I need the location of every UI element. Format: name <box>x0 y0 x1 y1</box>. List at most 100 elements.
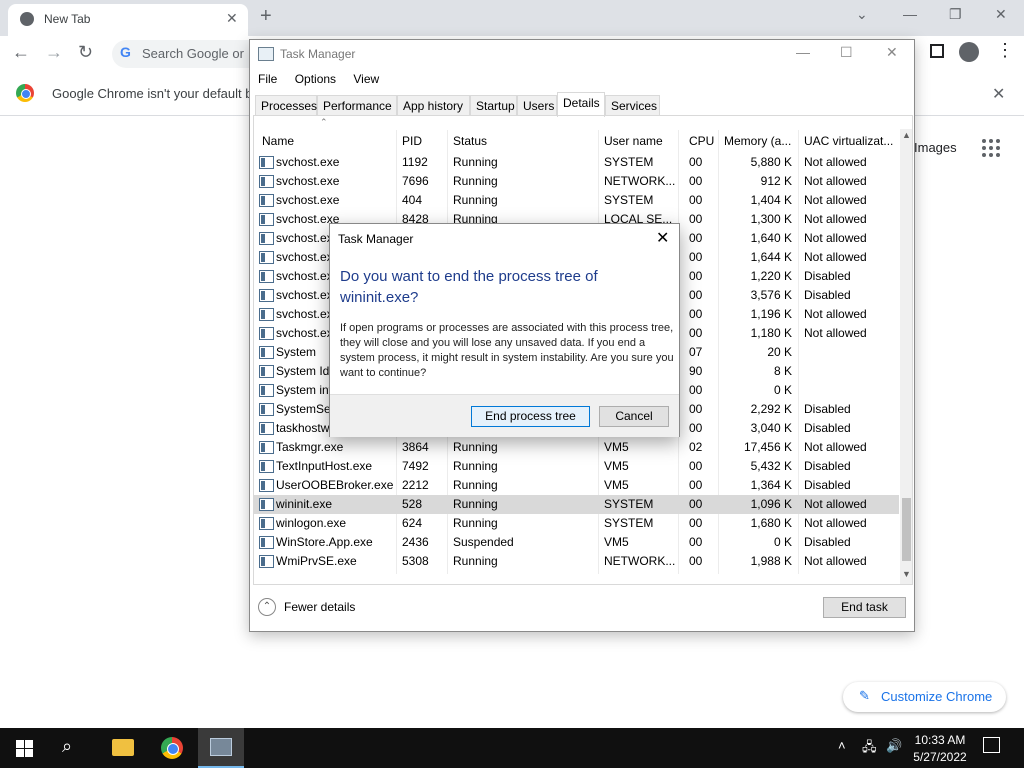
scroll-thumb[interactable] <box>902 498 911 561</box>
minimize-icon[interactable]: — <box>796 44 810 60</box>
profile-icon[interactable] <box>959 42 979 62</box>
cell-user: SYSTEM <box>604 155 654 169</box>
end-process-tree-button[interactable]: End process tree <box>471 406 590 427</box>
vertical-scrollbar[interactable]: ▲ ▼ <box>900 129 912 584</box>
cell-memory: 2,292 K <box>750 402 792 416</box>
tab-app-history[interactable]: App history <box>397 95 470 116</box>
table-row[interactable]: WinStore.App.exe 2436 Suspended VM5 00 0 K Dis… <box>254 533 899 552</box>
network-icon[interactable]: 🖧 <box>862 738 877 760</box>
table-row[interactable]: wininit.exe 528 Running SYSTEM 00 1,096 K Not … <box>254 495 899 514</box>
cancel-button[interactable]: Cancel <box>599 406 669 427</box>
table-row[interactable]: svchost.exe 1192 Running SYSTEM 00 5,880 K Not… <box>254 153 899 172</box>
process-icon <box>259 308 274 321</box>
reload-icon[interactable]: ↻ <box>78 42 93 63</box>
sidebar-icon[interactable] <box>930 44 944 58</box>
close-icon[interactable]: ✕ <box>656 228 669 248</box>
table-row[interactable]: svchost.exe 7696 Running NETWORK... 00 912 K N… <box>254 172 899 191</box>
chevron-up-icon[interactable]: ˄ <box>838 738 846 753</box>
search-icon[interactable]: ⌕ <box>62 736 72 757</box>
close-icon[interactable]: ✕ <box>992 84 1005 104</box>
cell-status: Running <box>453 478 498 492</box>
folder-icon[interactable] <box>112 739 134 756</box>
close-icon[interactable]: ✕ <box>886 44 898 61</box>
cell-uac: Not allowed <box>804 516 867 530</box>
cell-cpu: 00 <box>689 212 703 226</box>
cell-memory: 1,300 K <box>750 212 792 226</box>
windows-start-icon[interactable] <box>16 740 33 757</box>
table-row[interactable]: UserOOBEBroker.exe 2212 Running VM5 00 1,364 … <box>254 476 899 495</box>
cell-status: Running <box>453 174 498 188</box>
cell-memory: 912 K <box>760 174 792 188</box>
scroll-down-icon[interactable]: ▼ <box>902 569 911 579</box>
menu-file[interactable]: File <box>258 72 277 86</box>
window-close-icon[interactable]: ✕ <box>995 6 1007 23</box>
cell-name: wininit.exe <box>276 497 333 511</box>
cell-user: SYSTEM <box>604 497 654 511</box>
close-icon[interactable]: ✕ <box>226 10 238 27</box>
scroll-up-icon[interactable]: ▲ <box>902 130 911 140</box>
apps-grid-icon[interactable] <box>982 139 1000 157</box>
cell-memory: 20 K <box>767 345 792 359</box>
customize-chrome-button[interactable]: ✎ Customize Chrome <box>843 682 1006 712</box>
task-manager-icon <box>210 738 232 756</box>
tab-new-tab[interactable]: New Tab ✕ <box>8 4 248 36</box>
table-row[interactable]: winlogon.exe 624 Running SYSTEM 00 1,680 K Not… <box>254 514 899 533</box>
column-header-memory[interactable]: Memory (a... <box>724 134 791 148</box>
minimize-icon[interactable]: — <box>903 6 917 22</box>
column-header-cpu[interactable]: CPU <box>689 134 714 148</box>
column-header-name[interactable]: Name <box>262 134 294 148</box>
menu-dots-icon[interactable]: ⋮ <box>996 40 1014 61</box>
dialog-body: If open programs or processes are associ… <box>340 322 674 379</box>
clock-date[interactable]: 5/27/2022 <box>912 750 968 764</box>
chrome-taskbar-icon[interactable] <box>161 737 183 759</box>
table-row[interactable]: Taskmgr.exe 3864 Running VM5 02 17,456 K Not a… <box>254 438 899 457</box>
tab-processes[interactable]: Processes <box>255 95 317 116</box>
tab-users[interactable]: Users <box>517 95 557 116</box>
cell-user: VM5 <box>604 459 629 473</box>
tab-strip: New Tab ✕ + ⌄ — ❐ ✕ <box>0 0 1024 36</box>
volume-icon[interactable]: 🔊 <box>886 738 902 754</box>
process-icon <box>259 460 274 473</box>
clock-time[interactable]: 10:33 AM <box>912 733 968 747</box>
fewer-details-label: Fewer details <box>284 600 356 614</box>
cell-name: WmiPrvSE.exe <box>276 554 357 568</box>
column-header-status[interactable]: Status <box>453 134 487 148</box>
forward-icon[interactable]: → <box>45 42 63 63</box>
process-icon <box>259 403 274 416</box>
cell-status: Running <box>453 193 498 207</box>
cell-cpu: 02 <box>689 440 703 454</box>
tab-services[interactable]: Services <box>605 95 660 116</box>
back-icon[interactable]: ← <box>12 42 30 63</box>
cell-memory: 3,576 K <box>750 288 792 302</box>
cell-name: winlogon.exe <box>276 516 347 530</box>
cell-pid: 5308 <box>402 554 429 568</box>
process-icon <box>259 156 274 169</box>
taskbar-task-manager-button[interactable] <box>198 728 244 768</box>
cell-status: Running <box>453 155 498 169</box>
tab-search-icon[interactable]: ⌄ <box>856 6 868 23</box>
new-tab-icon[interactable]: + <box>260 5 272 28</box>
menu-view[interactable]: View <box>353 72 379 86</box>
table-row[interactable]: TextInputHost.exe 7492 Running VM5 00 5,432 K… <box>254 457 899 476</box>
cell-cpu: 00 <box>689 250 703 264</box>
end-task-button[interactable]: End task <box>823 597 906 618</box>
column-header-uac[interactable]: UAC virtualizat... <box>804 134 893 148</box>
table-row[interactable]: svchost.exe 404 Running SYSTEM 00 1,404 K Not … <box>254 191 899 210</box>
column-header-user[interactable]: User name <box>604 134 663 148</box>
column-header-pid[interactable]: PID <box>402 134 422 148</box>
tab-details[interactable]: Details <box>557 92 605 117</box>
chrome-icon <box>20 12 34 26</box>
tab-performance[interactable]: Performance <box>317 95 397 116</box>
restore-icon[interactable]: ❐ <box>949 6 962 23</box>
table-row[interactable]: WmiPrvSE.exe 5308 Running NETWORK... 00 1,988… <box>254 552 899 571</box>
images-link[interactable]: Images <box>914 140 957 155</box>
cell-name: svchost.exe <box>276 174 340 188</box>
cell-pid: 2212 <box>402 478 429 492</box>
cell-uac: Not allowed <box>804 440 867 454</box>
cell-cpu: 00 <box>689 155 703 169</box>
menu-options[interactable]: Options <box>295 72 336 86</box>
notification-icon[interactable] <box>983 737 1000 753</box>
maximize-icon[interactable]: ☐ <box>840 44 853 61</box>
cell-memory: 5,880 K <box>750 155 792 169</box>
tab-startup[interactable]: Startup <box>470 95 517 116</box>
